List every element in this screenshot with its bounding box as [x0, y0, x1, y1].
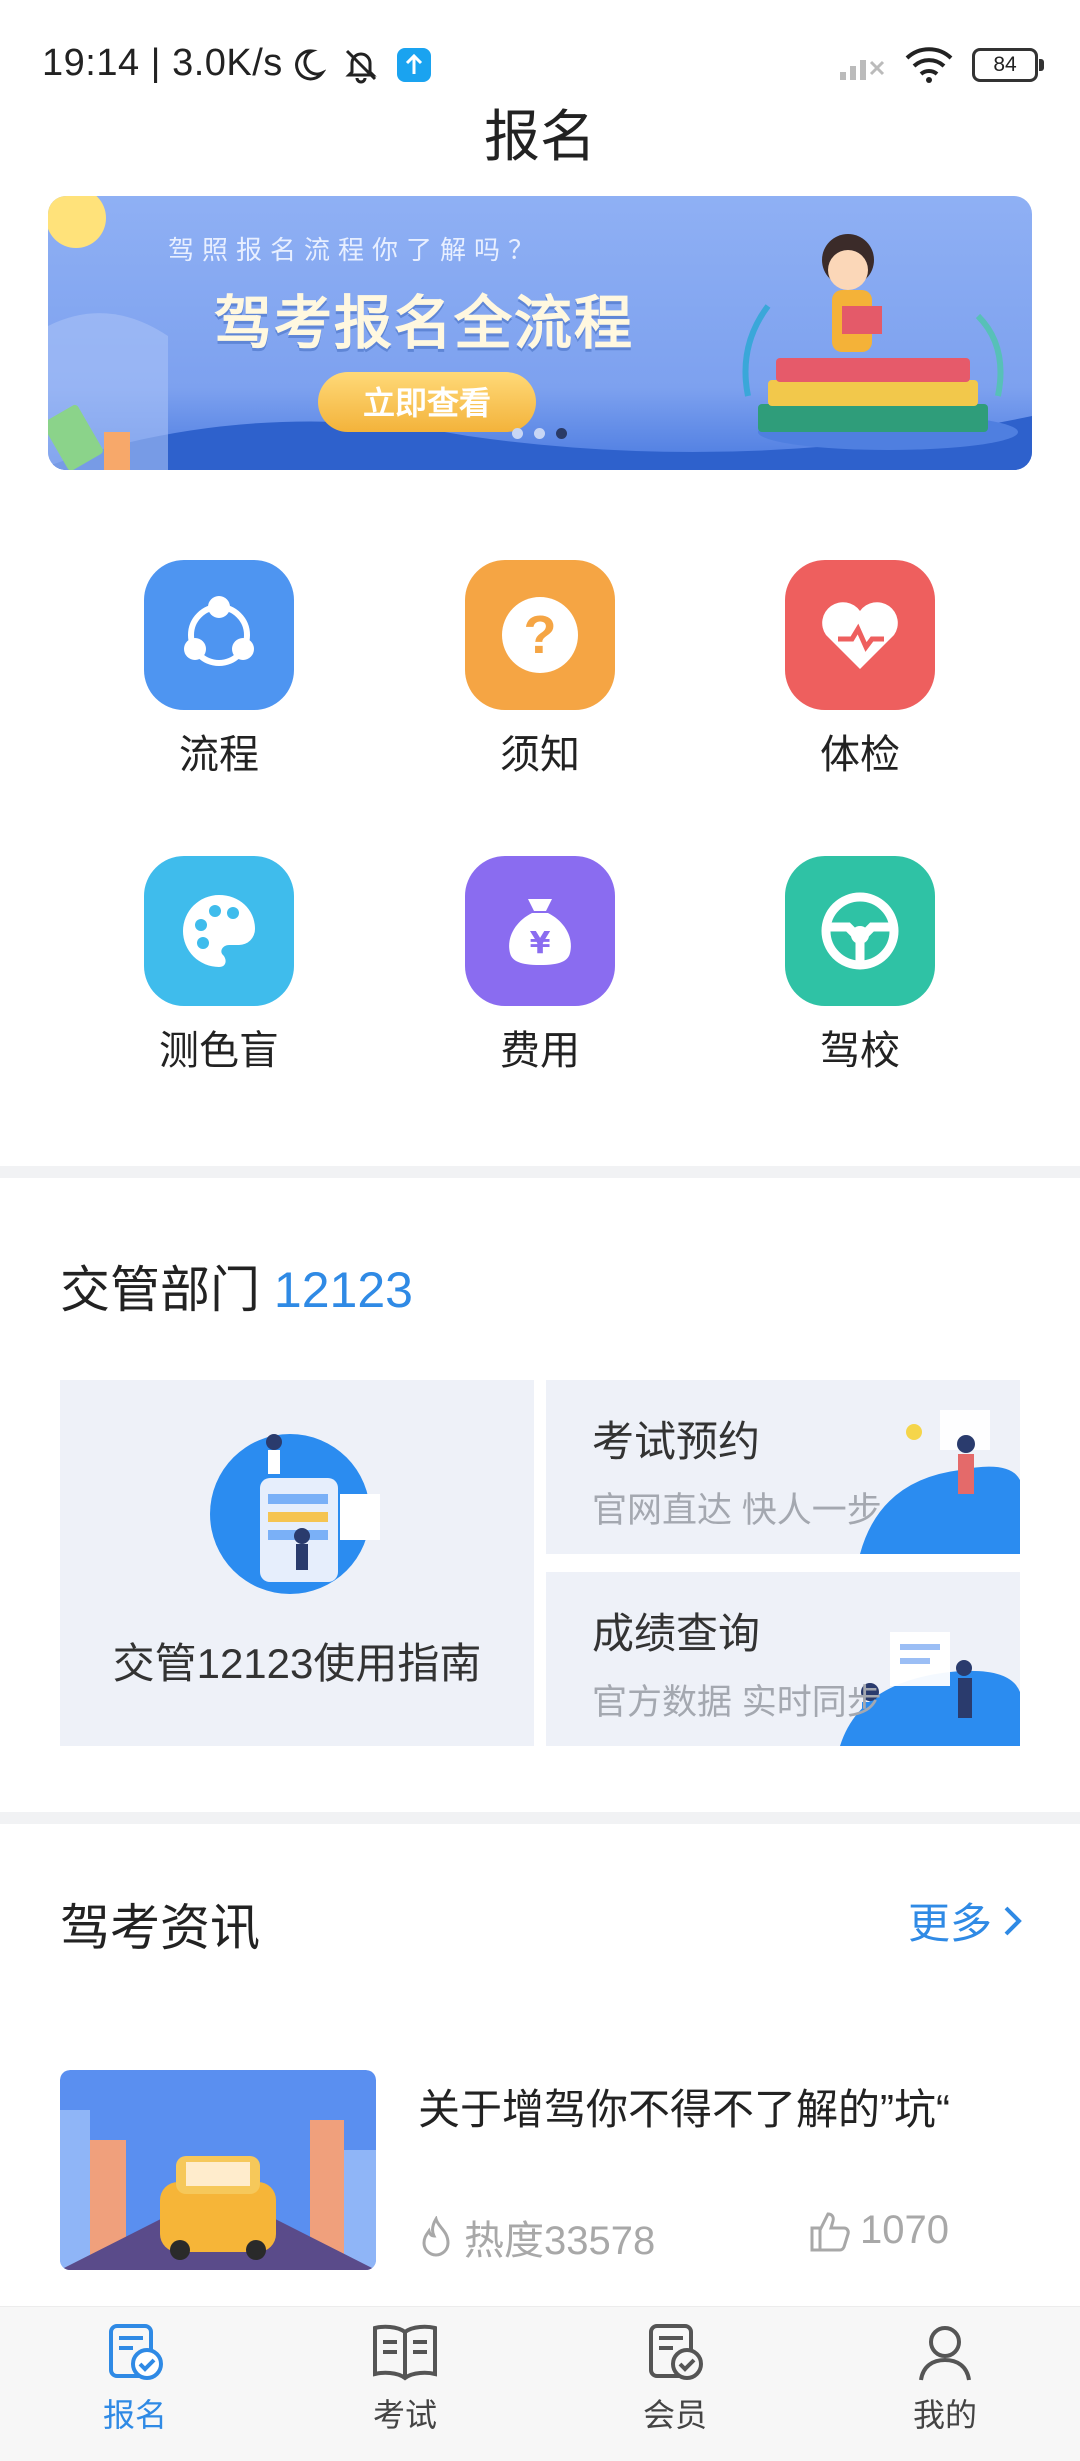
news-more-link[interactable]: 更多 [908, 1890, 1024, 1951]
news-likes[interactable]: 1070 [808, 2208, 949, 2253]
svg-text:¥: ¥ [530, 926, 551, 961]
banner-dot-1[interactable] [512, 428, 523, 439]
grid-label-fee: 费用 [500, 1029, 580, 1073]
grid-label-school: 驾校 [820, 1029, 900, 1073]
steering-wheel-icon [785, 856, 935, 1006]
score-title: 成绩查询 [592, 1610, 761, 1657]
bell-off-icon [345, 49, 377, 84]
guide-card-title: 交管12123使用指南 [112, 1640, 482, 1687]
grid-item-school[interactable]: 驾校 [730, 856, 990, 1076]
exam-booking-card[interactable]: 考试预约 官网直达 快人一步 [546, 1380, 1020, 1554]
nav-label-exam: 考试 [372, 2397, 437, 2433]
status-time: 19:14 | 3.0K/s [42, 42, 283, 84]
grid-label-checkup: 体检 [820, 733, 900, 777]
banner-dot-2[interactable] [534, 428, 545, 439]
nav-label-profile: 我的 [912, 2397, 977, 2433]
banner-view-button[interactable]: 立即查看 [318, 372, 536, 432]
profile-icon [919, 2326, 971, 2381]
news-item[interactable]: 关于增驾你不得不了解的”坑“ 热度33578 1070 [60, 2070, 1024, 2270]
traffic-title-text: 交管部门 [60, 1262, 260, 1318]
question-icon: ? [465, 560, 615, 710]
news-section-title: 驾考资讯 [60, 1900, 260, 1956]
status-left-icons [290, 46, 432, 84]
grid-label-notice: 须知 [500, 733, 580, 777]
booking-title: 考试预约 [592, 1418, 761, 1465]
status-right-icons: 84 [838, 46, 1044, 84]
thumbs-up-icon [810, 2211, 850, 2251]
grid-item-colorblind[interactable]: 测色盲 [89, 856, 349, 1076]
heart-pulse-icon [785, 560, 935, 710]
upload-app-icon [397, 48, 431, 82]
nav-label-member: 会员 [642, 2397, 707, 2433]
grid-item-checkup[interactable]: 体检 [730, 560, 990, 780]
booking-subtitle: 官网直达 快人一步 [592, 1491, 882, 1530]
moon-icon [295, 49, 326, 81]
news-heat-value: 热度33578 [464, 2219, 656, 2263]
news-likes-value: 1070 [860, 2208, 949, 2252]
nav-tab-member[interactable]: 会员 [540, 2320, 810, 2436]
grid-label-colorblind: 测色盲 [159, 1029, 279, 1073]
score-query-card[interactable]: 成绩查询 官方数据 实时同步 [546, 1572, 1020, 1746]
money-bag-icon: ¥ [465, 856, 615, 1006]
news-more-label: 更多 [907, 1900, 992, 1947]
signal-icon [840, 60, 885, 80]
traffic-section-title: 交管部门 12123 [60, 1250, 413, 1322]
signup-icon [109, 2324, 163, 2380]
member-icon [649, 2324, 703, 2380]
svg-text:?: ? [524, 605, 557, 665]
grid-item-notice[interactable]: ? 须知 [410, 560, 670, 780]
grid-label-process: 流程 [179, 733, 259, 777]
share-nodes-icon [144, 560, 294, 710]
nav-tab-exam[interactable]: 考试 [270, 2320, 540, 2436]
nav-tab-signup[interactable]: 报名 [0, 2320, 270, 2436]
page-title: 报名 [484, 105, 596, 168]
score-subtitle: 官方数据 实时同步 [592, 1683, 882, 1722]
book-icon [373, 2324, 437, 2381]
banner-subtitle: 驾照报名流程你了解吗？ [168, 235, 543, 265]
palette-icon [144, 856, 294, 1006]
guide-card[interactable]: 交管12123使用指南 [60, 1380, 534, 1746]
grid-item-fee[interactable]: ¥ 费用 [410, 856, 670, 1076]
traffic-title-number: 12123 [273, 1262, 413, 1318]
news-item-title: 关于增驾你不得不了解的”坑“ [418, 2086, 950, 2133]
news-thumbnail [60, 2070, 376, 2270]
battery-indicator: 84 [972, 48, 1044, 82]
nav-label-signup: 报名 [102, 2397, 167, 2433]
guide-illustration [210, 1434, 380, 1594]
section-divider-2 [0, 1812, 1080, 1824]
flame-icon [422, 2216, 450, 2257]
banner-title: 驾考报名全流程 [214, 291, 635, 356]
section-divider [0, 1166, 1080, 1178]
chevron-right-icon [1004, 1906, 1022, 1935]
wifi-icon [905, 47, 953, 83]
grid-item-process[interactable]: 流程 [89, 560, 349, 780]
banner-dot-3-active[interactable] [556, 428, 567, 439]
news-heat: 热度33578 [416, 2208, 655, 2266]
nav-tab-profile[interactable]: 我的 [810, 2320, 1080, 2436]
